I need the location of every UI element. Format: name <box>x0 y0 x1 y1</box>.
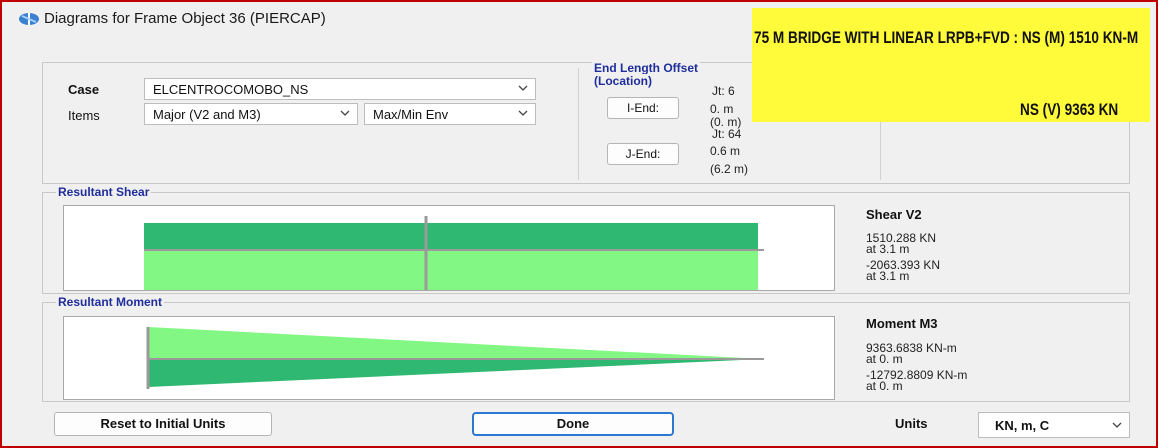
end-length-divider-left <box>578 68 579 180</box>
envelope-dropdown[interactable]: Max/Min Env <box>364 103 536 125</box>
app-icon <box>19 13 39 25</box>
j-end-location: (6.2 m) <box>710 162 749 176</box>
shear-positive-fill <box>144 223 758 250</box>
items-dropdown[interactable]: Major (V2 and M3) <box>144 103 358 125</box>
moment-plot <box>63 316 835 400</box>
shear-min-location: at 3.1 m <box>866 269 910 283</box>
moment-negative-fill <box>148 359 764 387</box>
moment-diagram <box>146 327 764 389</box>
window-title: Diagrams for Frame Object 36 (PIERCAP) <box>44 10 326 27</box>
i-end-button[interactable]: I-End: <box>607 97 679 119</box>
i-end-joint: Jt: 6 <box>712 84 735 98</box>
moment-max-location: at 0. m <box>866 352 903 366</box>
end-length-title: End Length Offset <box>592 61 700 75</box>
case-value: ELCENTROCOMOBO_NS <box>153 82 309 97</box>
end-length-subtitle: (Location) <box>592 74 654 88</box>
shear-diagram <box>144 216 764 290</box>
annotation-banner: 75 M BRIDGE WITH LINEAR LRPB+FVD : NS (M… <box>752 8 1150 122</box>
chevron-down-icon <box>1112 422 1122 428</box>
shear-group-title: Resultant Shear <box>56 185 152 199</box>
shear-plot <box>63 205 835 291</box>
j-end-length: 0.6 m <box>710 144 741 158</box>
dialog-window: Diagrams for Frame Object 36 (PIERCAP) C… <box>0 0 1158 448</box>
units-value: KN, m, C <box>995 418 1050 433</box>
envelope-value: Max/Min Env <box>373 107 449 122</box>
items-value: Major (V2 and M3) <box>153 107 261 122</box>
units-label: Units <box>895 416 928 431</box>
units-dropdown[interactable]: KN, m, C <box>978 412 1130 438</box>
moment-group-title: Resultant Moment <box>56 295 165 309</box>
banner-line-1: 75 M BRIDGE WITH LINEAR LRPB+FVD : NS (M… <box>754 28 1139 47</box>
j-end-joint: Jt: 64 <box>712 127 742 141</box>
moment-min-location: at 0. m <box>866 379 903 393</box>
moment-title: Moment M3 <box>866 316 938 331</box>
reset-units-button[interactable]: Reset to Initial Units <box>54 412 272 436</box>
shear-max-location: at 3.1 m <box>866 242 910 256</box>
chevron-down-icon <box>518 110 528 116</box>
banner-line-2: NS (V) 9363 KN <box>1020 100 1119 119</box>
items-label: Items <box>68 108 100 123</box>
case-dropdown[interactable]: ELCENTROCOMOBO_NS <box>144 78 536 100</box>
shear-title: Shear V2 <box>866 207 922 222</box>
done-button[interactable]: Done <box>472 412 674 436</box>
case-label: Case <box>68 82 100 97</box>
moment-positive-fill <box>148 327 764 359</box>
chevron-down-icon <box>518 85 528 91</box>
chevron-down-icon <box>340 110 350 116</box>
j-end-button[interactable]: J-End: <box>607 143 679 165</box>
shear-negative-fill <box>144 250 758 290</box>
